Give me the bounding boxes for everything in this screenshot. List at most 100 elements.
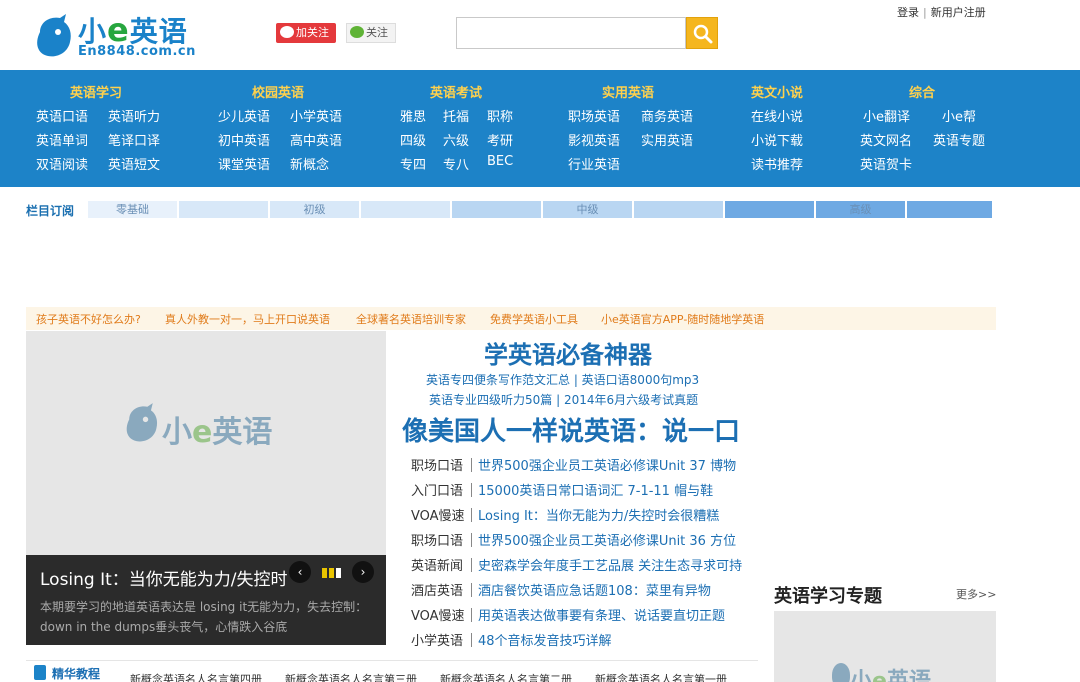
tutorial-link[interactable]: 新概念英语名人名言第三册 [285, 671, 417, 682]
nav-link[interactable]: 小学英语 [290, 106, 342, 125]
nav-link[interactable]: 四级 [400, 130, 426, 149]
slider-logo: 小e英语 [122, 401, 292, 451]
list-item[interactable]: VOA慢速 用英语表达做事要有条理、说话要直切正题 [411, 605, 725, 625]
book-icon [34, 665, 46, 680]
nav-link[interactable]: 在线小说 [751, 106, 803, 125]
list-item[interactable]: 英语新闻 史密森学会年度手工艺品展 关注生态寻求可持 [411, 555, 742, 575]
nav-head-novels[interactable]: 英文小说 [751, 82, 803, 101]
nav-link[interactable]: 考研 [487, 130, 513, 149]
promo-bar: 孩子英语不好怎么办? 真人外教一对一，马上开口说英语 全球著名英语培训专家 免费… [26, 307, 996, 330]
promo-link[interactable]: 免费学英语小工具 [490, 311, 578, 327]
subscribe-cell[interactable] [725, 201, 814, 218]
nav-link[interactable]: 影视英语 [568, 130, 620, 149]
tutorials-label: 精华教程 [52, 667, 101, 681]
headline-title[interactable]: 学英语必备神器 [484, 335, 652, 370]
nav-link[interactable]: 英语单词 [36, 130, 88, 149]
image-slider[interactable]: 小e英语 Losing It：当你无能为力/失控时 本期要学习的地道英语表达是 … [26, 331, 386, 645]
tutorial-link[interactable]: 新概念英语名人名言第二册 [440, 671, 572, 682]
nav-link[interactable]: 专四 [400, 154, 426, 173]
promo-link[interactable]: 全球著名英语培训专家 [356, 311, 466, 327]
list-item[interactable]: 酒店英语 酒店餐饮英语应急话题108：菜里有异物 [411, 580, 711, 600]
slider-next-button[interactable]: › [352, 561, 374, 583]
nav-link[interactable]: 行业英语 [568, 154, 620, 173]
nav-link[interactable]: 英语贺卡 [860, 154, 912, 173]
nav-link[interactable]: 读书推荐 [751, 154, 803, 173]
promo-link[interactable]: 孩子英语不好怎么办? [36, 311, 141, 327]
nav-link[interactable]: 双语阅读 [36, 154, 88, 173]
list-item[interactable]: 职场口语 世界500强企业员工英语必修课Unit 37 博物 [411, 455, 736, 475]
account-links: 登录 | 新用户注册 [897, 6, 986, 19]
wechat-icon [350, 26, 364, 38]
list-item[interactable]: VOA慢速 Losing It：当你无能为力/失控时会很糟糕 [411, 505, 719, 525]
subscribe-level-beginner[interactable]: 零基础 [88, 201, 177, 218]
nav-head-campus[interactable]: 校园英语 [252, 82, 304, 101]
list-item[interactable]: 职场口语 世界500强企业员工英语必修课Unit 36 方位 [411, 530, 736, 550]
slider-dots[interactable] [322, 567, 352, 579]
logo-mascot-icon [37, 14, 71, 57]
tutorial-link[interactable]: 新概念英语名人名言第四册 [130, 671, 262, 682]
nav-link[interactable]: 小说下载 [751, 130, 803, 149]
promo-link[interactable]: 真人外教一对一，马上开口说英语 [165, 311, 330, 327]
nav-head-misc[interactable]: 综合 [909, 82, 935, 101]
search-button[interactable] [686, 17, 718, 49]
special-topics-image[interactable]: 小e英语 [774, 611, 996, 682]
subscribe-cell[interactable] [361, 201, 450, 218]
nav-link[interactable]: 职称 [487, 106, 513, 125]
nav-link[interactable]: 少儿英语 [218, 106, 270, 125]
subscribe-level-advanced[interactable]: 高级 [816, 201, 905, 218]
subscribe-level-intermediate[interactable]: 中级 [543, 201, 632, 218]
subscribe-label: 栏目订阅 [26, 204, 75, 218]
nav-head-english-learning[interactable]: 英语学习 [70, 82, 122, 101]
nav-link[interactable]: 高中英语 [290, 130, 342, 149]
special-topics-more-link[interactable]: 更多>> [956, 586, 996, 602]
nav-link[interactable]: 英语短文 [108, 154, 160, 173]
slider-caption-title[interactable]: Losing It：当你无能为力/失控时 [40, 565, 330, 590]
list-item[interactable]: 入门口语 15000英语日常口语词汇 7-1-11 帽与鞋 [411, 480, 713, 500]
nav-link[interactable]: 英文网名 [860, 130, 912, 149]
headline-title-2[interactable]: 像美国人一样说英语：说一口 [402, 411, 740, 448]
subscribe-cell[interactable] [452, 201, 541, 218]
subscribe-cell[interactable] [179, 201, 268, 218]
tutorials-bar: 精华教程 新概念英语名人名言第四册 新概念英语名人名言第三册 新概念英语名人名言… [26, 660, 758, 682]
nav-link[interactable]: 职场英语 [568, 106, 620, 125]
weibo-follow-button[interactable]: 加关注 [276, 23, 336, 43]
nav-link[interactable]: 小e帮 [942, 106, 976, 125]
nav-link[interactable]: 英语口语 [36, 106, 88, 125]
nav-link[interactable]: 初中英语 [218, 130, 270, 149]
nav-link[interactable]: 新概念 [290, 154, 329, 173]
nav-link[interactable]: 商务英语 [641, 106, 693, 125]
slider-prev-button[interactable]: ‹ [289, 561, 311, 583]
nav-link[interactable]: 小e翻译 [863, 106, 910, 125]
wechat-follow-button[interactable]: 关注 [346, 23, 396, 43]
nav-link[interactable]: 课堂英语 [218, 154, 270, 173]
nav-link[interactable]: 实用英语 [641, 130, 693, 149]
list-item[interactable]: 小学英语 48个音标发音技巧详解 [411, 630, 612, 650]
nav-link[interactable]: 英语听力 [108, 106, 160, 125]
site-logo[interactable]: 小e英语 En8848.com.cn [32, 6, 202, 62]
promo-link[interactable]: 小e英语官方APP-随时随地学英语 [601, 311, 764, 327]
nav-link[interactable]: 英语专题 [933, 130, 985, 149]
nav-head-exams[interactable]: 英语考试 [430, 82, 482, 101]
nav-link[interactable]: BEC [487, 154, 513, 169]
tutorial-link[interactable]: 新概念英语名人名言第一册 [595, 671, 727, 682]
nav-head-practical[interactable]: 实用英语 [602, 82, 654, 101]
nav-link[interactable]: 托福 [443, 106, 469, 125]
nav-link[interactable]: 笔译口译 [108, 130, 160, 149]
register-link[interactable]: 新用户注册 [931, 6, 986, 19]
subscribe-cell[interactable] [907, 201, 992, 218]
weibo-icon [280, 26, 294, 38]
subscribe-level-elementary[interactable]: 初级 [270, 201, 359, 218]
logo-domain: En8848.com.cn [78, 44, 196, 59]
nav-link[interactable]: 六级 [443, 130, 469, 149]
nav-link[interactable]: 专八 [443, 154, 469, 173]
logo-mascot-icon [832, 663, 850, 682]
headline-sub-links[interactable]: 英语专四便条写作范文汇总 | 英语口语8000句mp3 [426, 371, 699, 388]
nav-link[interactable]: 雅思 [400, 106, 426, 125]
slider-caption-desc: 本期要学习的地道英语表达是 losing it无能为力，失去控制：down in… [40, 600, 368, 634]
header: 小e英语 En8848.com.cn 加关注 关注 登录 | 新用户注册 [0, 0, 1080, 70]
subscribe-row: 栏目订阅 零基础 初级 中级 高级 [26, 201, 996, 219]
subscribe-cell[interactable] [634, 201, 723, 218]
search-input[interactable] [456, 17, 686, 49]
headline-sub-links[interactable]: 英语专业四级听力50篇 | 2014年6月六级考试真题 [429, 391, 698, 408]
login-link[interactable]: 登录 [897, 6, 919, 19]
